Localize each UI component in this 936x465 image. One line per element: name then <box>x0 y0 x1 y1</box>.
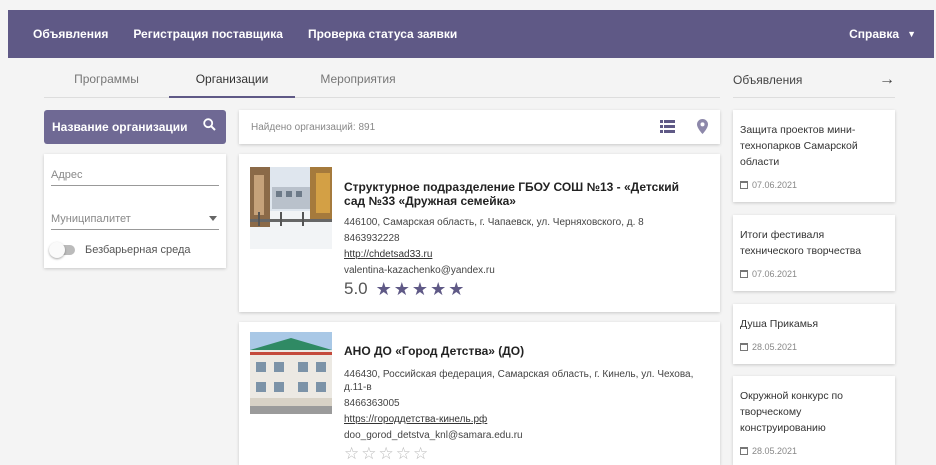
announcement-card[interactable]: Защита проектов мини-технопарков Самарск… <box>733 110 895 202</box>
announcement-date: 07.06.2021 <box>752 269 798 279</box>
organization-photo <box>250 167 332 249</box>
barrier-free-filter: Безбарьерная среда <box>49 242 191 258</box>
star-icon: ★ <box>393 279 410 299</box>
top-navbar: Объявления Регистрация поставщика Провер… <box>8 10 934 58</box>
dropdown-arrow-icon <box>209 216 217 221</box>
rating-value: 5.0 <box>344 279 368 298</box>
star-outline-icon: ☆ <box>361 444 377 463</box>
results-bar: Найдено организаций: 891 <box>239 110 720 144</box>
star-outline-icon: ☆ <box>413 444 429 463</box>
help-menu[interactable]: Справка ▼ <box>849 10 916 58</box>
announcement-date-row: 28.05.2021 <box>740 342 797 352</box>
organization-name-search[interactable]: Название организации <box>44 110 226 144</box>
star-icon: ★ <box>430 279 447 299</box>
announcement-title: Итоги фестиваля технического творчества <box>740 229 862 257</box>
search-label: Название организации <box>52 120 188 134</box>
organization-name[interactable]: АНО ДО «Город Детства» (ДО) <box>344 344 694 358</box>
announcement-card[interactable]: Душа Прикамья 28.05.2021 <box>733 304 895 364</box>
organization-card[interactable]: АНО ДО «Город Детства» (ДО) 446430, Росс… <box>239 322 720 465</box>
announcement-card[interactable]: Итоги фестиваля технического творчества … <box>733 215 895 291</box>
star-outline-icon: ☆ <box>378 444 394 463</box>
organization-name[interactable]: Структурное подразделение ГБОУ СОШ №13 -… <box>344 180 694 208</box>
announcement-date: 07.06.2021 <box>752 180 798 190</box>
nav-supplier-registration[interactable]: Регистрация поставщика <box>133 27 283 41</box>
tab-events[interactable]: Мероприятия <box>295 62 421 98</box>
announcement-date-row: 28.05.2021 <box>740 446 797 456</box>
results-count: Найдено организаций: 891 <box>251 121 376 133</box>
nav-application-status[interactable]: Проверка статуса заявки <box>308 27 457 41</box>
organization-card[interactable]: Структурное подразделение ГБОУ СОШ №13 -… <box>239 154 720 312</box>
calendar-icon <box>740 270 748 278</box>
organization-email: valentina-kazachenko@yandex.ru <box>344 265 495 276</box>
organization-photo <box>250 332 332 414</box>
help-label: Справка <box>849 27 900 41</box>
map-pin-icon[interactable] <box>697 119 708 137</box>
organization-website-link[interactable]: https://городдетства-кинель.рф <box>344 413 694 426</box>
municipality-select[interactable]: Муниципалитет <box>51 212 219 230</box>
tab-organizations[interactable]: Организации <box>169 62 295 98</box>
organization-info: Структурное подразделение ГБОУ СОШ №13 -… <box>344 180 694 299</box>
calendar-icon <box>740 447 748 455</box>
announcement-title: Окружной конкурс по творческому конструи… <box>740 390 844 434</box>
star-outline-icon: ☆ <box>395 444 411 463</box>
announcement-card[interactable]: Окружной конкурс по творческому конструи… <box>733 376 895 465</box>
organization-phone: 8466363005 <box>344 398 400 409</box>
organization-address: 446100, Самарская область, г. Чапаевск, … <box>344 217 644 228</box>
announcements-header: Объявления → <box>733 62 895 98</box>
rating: 5.0 ★ ★ ★ ★ ★ <box>344 279 694 299</box>
announcements-title: Объявления <box>733 72 803 87</box>
filters-panel: Адрес Муниципалитет Безбарьерная среда <box>44 154 226 268</box>
barrier-free-label: Безбарьерная среда <box>85 244 191 256</box>
nav-announcements[interactable]: Объявления <box>33 27 108 41</box>
catalog-tabs: Программы Организации Мероприятия <box>44 62 720 98</box>
organization-address: 446430, Российская федерация, Самарская … <box>344 369 694 393</box>
rating: ☆ ☆ ☆ ☆ ☆ <box>344 444 694 464</box>
arrow-right-icon[interactable]: → <box>879 71 895 89</box>
star-icon: ★ <box>448 279 465 299</box>
municipality-label: Муниципалитет <box>51 213 131 225</box>
calendar-icon <box>740 343 748 351</box>
caret-down-icon: ▼ <box>907 29 916 39</box>
announcement-date-row: 07.06.2021 <box>740 269 797 279</box>
announcement-date-row: 07.06.2021 <box>740 180 797 190</box>
star-outline-icon: ☆ <box>344 444 360 463</box>
address-field[interactable]: Адрес <box>51 168 219 186</box>
search-icon[interactable] <box>203 118 216 136</box>
star-icon: ★ <box>375 279 392 299</box>
organization-phone: 8463932228 <box>344 233 400 244</box>
organization-website-link[interactable]: http://chdetsad33.ru <box>344 248 694 261</box>
announcement-title: Душа Прикамья <box>740 318 819 330</box>
calendar-icon <box>740 181 748 189</box>
organization-email: doo_gorod_detstva_knl@samara.edu.ru <box>344 430 523 441</box>
announcement-title: Защита проектов мини-технопарков Самарск… <box>740 124 858 168</box>
barrier-free-toggle[interactable] <box>49 242 75 258</box>
announcement-date: 28.05.2021 <box>752 446 798 456</box>
star-icon: ★ <box>411 279 429 299</box>
top-nav: Объявления Регистрация поставщика Провер… <box>8 10 457 58</box>
list-view-icon[interactable] <box>660 120 675 136</box>
organization-info: АНО ДО «Город Детства» (ДО) 446430, Росс… <box>344 344 694 464</box>
tab-programs[interactable]: Программы <box>44 62 169 98</box>
announcement-date: 28.05.2021 <box>752 342 798 352</box>
